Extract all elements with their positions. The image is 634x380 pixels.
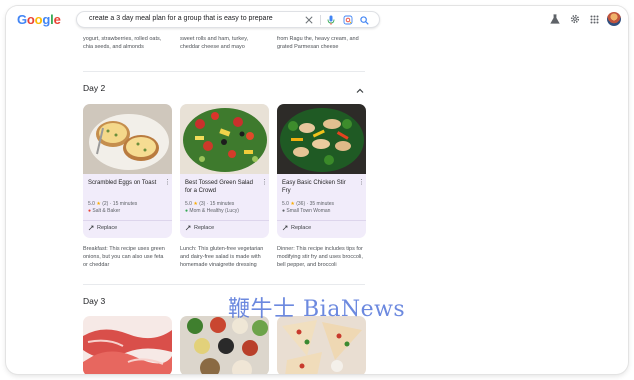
card-divider bbox=[277, 220, 366, 221]
day1-breakfast-snippet: Breakfast: This recipe uses Greek yogurt… bbox=[83, 36, 162, 50]
day2-header[interactable]: Day 2 bbox=[83, 82, 365, 98]
search-box[interactable]: create a 3 day meal plan for a group tha… bbox=[76, 11, 380, 28]
star-icon: ★ bbox=[290, 201, 295, 207]
recipe-card[interactable]: Easy Basic Chicken Stir Fry ⋮ 5.0 ★ (36)… bbox=[277, 104, 366, 238]
search-input[interactable]: create a 3 day meal plan for a group tha… bbox=[89, 15, 273, 22]
recipe-image-chicken-stir-fry[interactable] bbox=[277, 104, 366, 174]
recipe-image-green-salad[interactable] bbox=[180, 104, 269, 174]
watermark: 鞭牛士 BiaNews bbox=[228, 297, 406, 322]
day2-dinner-snippet: Dinner: This recipe includes tips for mo… bbox=[277, 246, 363, 268]
recipe-source[interactable]: ● Small Town Woman bbox=[282, 208, 362, 215]
recipe-rating: 5.0 ★ (3) · 15 minutes bbox=[185, 201, 235, 207]
recipe-rating: 5.0 ★ (2) · 15 minutes bbox=[88, 201, 138, 207]
recipe-title[interactable]: Best Tossed Green Salad for a Crowd bbox=[185, 179, 257, 195]
more-options-icon[interactable]: ⋮ bbox=[164, 179, 171, 186]
recipe-rating: 5.0 ★ (36) · 35 minutes bbox=[282, 201, 335, 207]
day-divider bbox=[83, 71, 365, 72]
more-options-icon[interactable]: ⋮ bbox=[358, 179, 365, 186]
recipe-source[interactable]: ● Salt & Baker bbox=[88, 208, 168, 215]
recipe-image-day3-dinner[interactable] bbox=[277, 316, 366, 374]
flask-icon[interactable] bbox=[548, 12, 562, 26]
recipe-card[interactable]: Scrambled Eggs on Toast ⋮ 5.0 ★ (2) · 15… bbox=[83, 104, 172, 238]
day2-title: Day 2 bbox=[83, 83, 106, 93]
recipe-image-scrambled-eggs[interactable] bbox=[83, 104, 172, 174]
results-content: Breakfast: This recipe uses Greek yogurt… bbox=[6, 34, 628, 374]
star-icon: ★ bbox=[193, 201, 198, 207]
chevron-up-icon[interactable] bbox=[355, 83, 365, 93]
recipe-title[interactable]: Scrambled Eggs on Toast bbox=[88, 179, 160, 187]
day2-lunch-snippet: Lunch: This gluten-free vegetarian and d… bbox=[180, 246, 264, 268]
card-divider bbox=[180, 220, 269, 221]
google-logo[interactable]: Google bbox=[17, 12, 61, 27]
recipe-source[interactable]: ● Mom & Healthy (Lucy) bbox=[185, 208, 265, 215]
sparkle-replace-icon bbox=[282, 225, 288, 231]
day2-breakfast-snippet: Breakfast: This recipe uses green onions… bbox=[83, 246, 165, 268]
day3-title: Day 3 bbox=[83, 296, 106, 306]
more-options-icon[interactable]: ⋮ bbox=[261, 179, 268, 186]
sparkle-replace-icon bbox=[185, 225, 191, 231]
browser-frame: Google create a 3 day meal plan for a gr… bbox=[6, 6, 628, 374]
recipe-image-day3-breakfast[interactable] bbox=[83, 316, 172, 374]
gear-icon[interactable] bbox=[568, 12, 582, 26]
recipe-title[interactable]: Easy Basic Chicken Stir Fry bbox=[282, 179, 354, 195]
lens-icon[interactable] bbox=[342, 14, 354, 26]
card-divider bbox=[83, 220, 172, 221]
recipe-image-day3-lunch[interactable] bbox=[180, 316, 269, 374]
avatar[interactable] bbox=[607, 12, 621, 26]
divider bbox=[320, 15, 321, 25]
sparkle-replace-icon bbox=[88, 225, 94, 231]
day1-dinner-snippet: Dinner: This recipe uses a recipe from R… bbox=[277, 36, 359, 50]
day-divider bbox=[83, 284, 365, 285]
close-icon[interactable] bbox=[303, 14, 315, 26]
replace-button[interactable]: Replace bbox=[88, 225, 117, 231]
apps-grid-icon[interactable] bbox=[587, 12, 601, 26]
star-icon: ★ bbox=[96, 201, 101, 207]
search-header: Google create a 3 day meal plan for a gr… bbox=[6, 6, 628, 34]
search-icon[interactable] bbox=[358, 14, 370, 26]
microphone-icon[interactable] bbox=[325, 14, 337, 26]
replace-button[interactable]: Replace bbox=[185, 225, 214, 231]
day1-lunch-snippet: Lunch: This recipe uses Hawaiian sweet r… bbox=[180, 36, 249, 50]
replace-button[interactable]: Replace bbox=[282, 225, 311, 231]
recipe-card[interactable]: Best Tossed Green Salad for a Crowd ⋮ 5.… bbox=[180, 104, 269, 238]
